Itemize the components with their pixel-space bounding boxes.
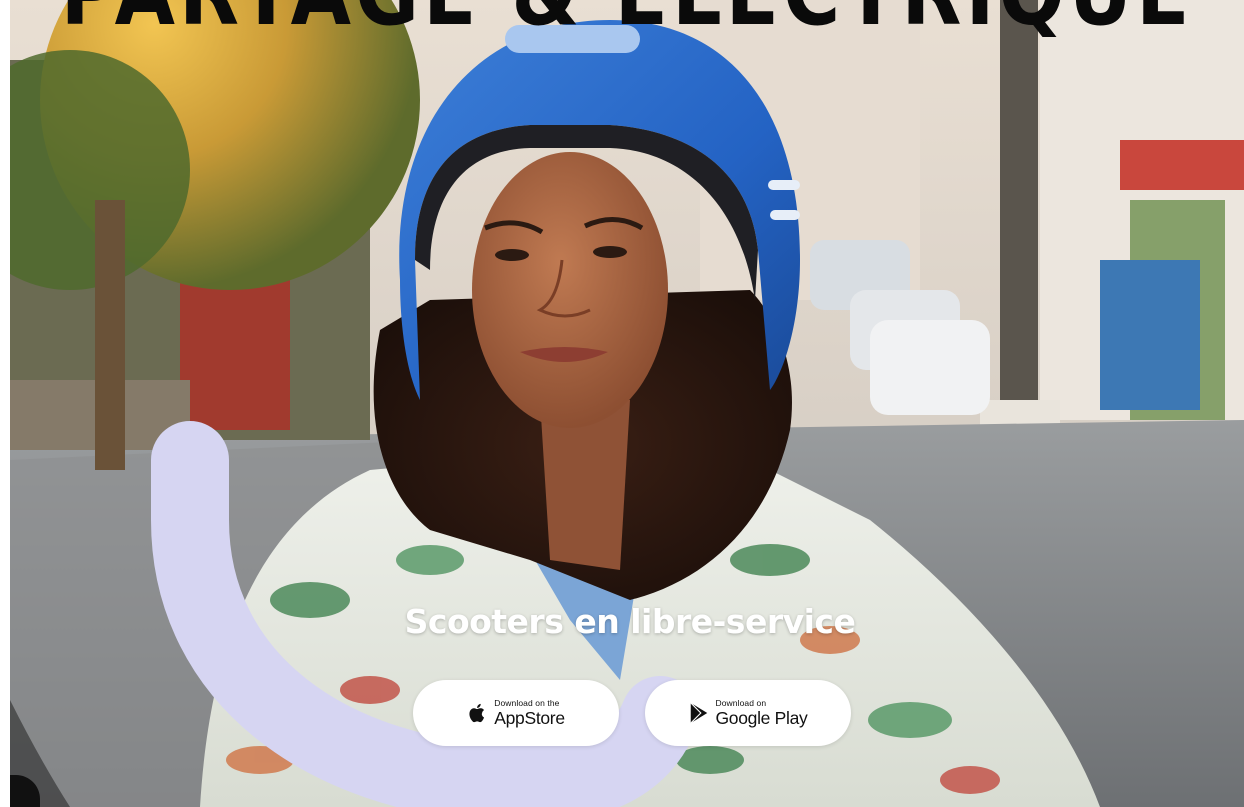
hero-photo-illustration <box>10 0 1244 807</box>
googleplay-download-button[interactable]: Download on Google Play <box>645 680 851 746</box>
tagline: Scooters en libre-service <box>404 602 856 641</box>
appstore-download-button[interactable]: Download on the AppStore <box>413 680 619 746</box>
play-icon <box>688 701 710 725</box>
appstore-small-label: Download on the <box>494 698 560 708</box>
appstore-label: Download on the AppStore <box>494 699 565 727</box>
hero-photo <box>10 0 1244 807</box>
apple-icon <box>467 701 489 725</box>
googleplay-small-label: Download on <box>715 698 767 708</box>
googleplay-label: Download on Google Play <box>715 699 807 727</box>
appstore-big-label: AppStore <box>494 707 565 728</box>
page: PARTAGÉ & ÉLECTRIQUE Scooters en libre-s… <box>0 0 1244 807</box>
googleplay-big-label: Google Play <box>715 707 808 728</box>
headline: PARTAGÉ & ÉLECTRIQUE <box>10 0 1244 40</box>
